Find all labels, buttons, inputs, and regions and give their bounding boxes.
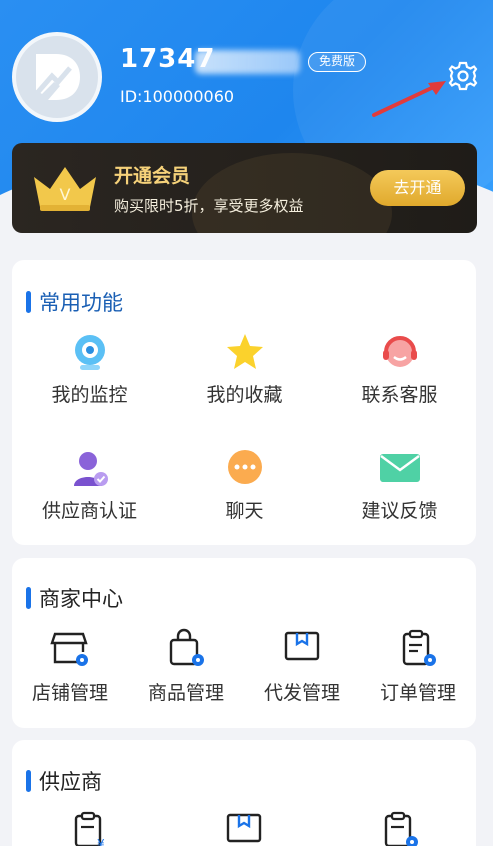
supplier-verify-label: 供应商认证 xyxy=(41,500,137,522)
user-verify-icon xyxy=(73,452,108,486)
dropship-manage-item[interactable]: 代发管理 xyxy=(244,628,360,705)
clipboard-gear-icon xyxy=(384,811,418,846)
avatar-logo-icon xyxy=(36,54,80,100)
common-functions-title: 常用功能 xyxy=(39,291,123,315)
svg-text:¥: ¥ xyxy=(97,837,105,846)
vip-open-button[interactable]: 去开通 xyxy=(370,170,465,206)
plan-badge: 免费版 xyxy=(308,52,367,72)
title-accent-bar xyxy=(26,291,31,313)
supplier-card: 供应商 ¥ xyxy=(12,740,476,846)
clipboard-yen-icon: ¥ xyxy=(74,811,105,846)
annotation-arrow xyxy=(372,81,446,117)
supplier-item-3[interactable] xyxy=(342,810,458,846)
user-id: ID:100000060 xyxy=(120,87,235,106)
my-monitor-item[interactable]: 我的监控 xyxy=(12,332,167,407)
shop-icon xyxy=(50,632,88,666)
avatar[interactable] xyxy=(12,32,102,122)
headset-icon xyxy=(382,336,417,367)
shop-manage-label: 店铺管理 xyxy=(31,682,108,704)
crown-icon: V xyxy=(34,167,96,211)
shop-manage-item[interactable]: 店铺管理 xyxy=(12,628,128,705)
chat-item[interactable]: 聊天 xyxy=(167,448,322,523)
order-manage-item[interactable]: 订单管理 xyxy=(360,628,476,705)
vip-glow xyxy=(192,153,392,233)
title-accent-bar xyxy=(26,770,31,792)
contact-service-item[interactable]: 联系客服 xyxy=(322,332,477,407)
my-monitor-label: 我的监控 xyxy=(51,384,128,406)
merchant-center-header: 商家中心 xyxy=(26,583,123,613)
box-icon xyxy=(284,631,320,661)
clipboard-icon xyxy=(402,629,436,666)
title-accent-bar xyxy=(26,587,31,609)
order-manage-label: 订单管理 xyxy=(379,682,456,704)
vip-banner[interactable]: V 开通会员 购买限时5折，享受更多权益 去开通 xyxy=(12,143,477,233)
common-functions-card: 常用功能 我的监控 我的收藏 联系客服 供应商认证 聊天 建议反馈 xyxy=(12,260,476,545)
username-redaction xyxy=(195,50,300,74)
contact-service-label: 联系客服 xyxy=(361,384,438,406)
supplier-item-1[interactable]: ¥ xyxy=(32,810,148,846)
common-functions-header: 常用功能 xyxy=(26,287,123,317)
bag-icon xyxy=(169,628,204,666)
camera-icon xyxy=(74,335,105,370)
box-icon xyxy=(226,813,262,843)
merchant-center-title: 商家中心 xyxy=(39,587,123,611)
merchant-center-card: 商家中心 店铺管理 商品管理 代发管理 订单管理 xyxy=(12,558,476,728)
supplier-verify-item[interactable]: 供应商认证 xyxy=(12,448,167,523)
feedback-label: 建议反馈 xyxy=(361,500,438,522)
my-favorites-item[interactable]: 我的收藏 xyxy=(167,332,322,407)
vip-subtitle: 购买限时5折，享受更多权益 xyxy=(114,197,304,215)
supplier-item-2[interactable] xyxy=(186,810,302,846)
dropship-manage-label: 代发管理 xyxy=(263,682,340,704)
supplier-header: 供应商 xyxy=(26,766,102,796)
product-manage-label: 商品管理 xyxy=(147,682,224,704)
crown-letter: V xyxy=(60,185,71,204)
settings-gear-icon[interactable] xyxy=(447,60,479,92)
vip-title: 开通会员 xyxy=(114,165,191,187)
supplier-title: 供应商 xyxy=(39,770,102,794)
product-manage-item[interactable]: 商品管理 xyxy=(128,628,244,705)
my-favorites-label: 我的收藏 xyxy=(206,384,283,406)
chat-icon xyxy=(227,450,262,484)
star-icon xyxy=(226,334,263,369)
chat-label: 聊天 xyxy=(225,500,264,522)
feedback-item[interactable]: 建议反馈 xyxy=(322,448,477,523)
mail-icon xyxy=(379,454,420,482)
